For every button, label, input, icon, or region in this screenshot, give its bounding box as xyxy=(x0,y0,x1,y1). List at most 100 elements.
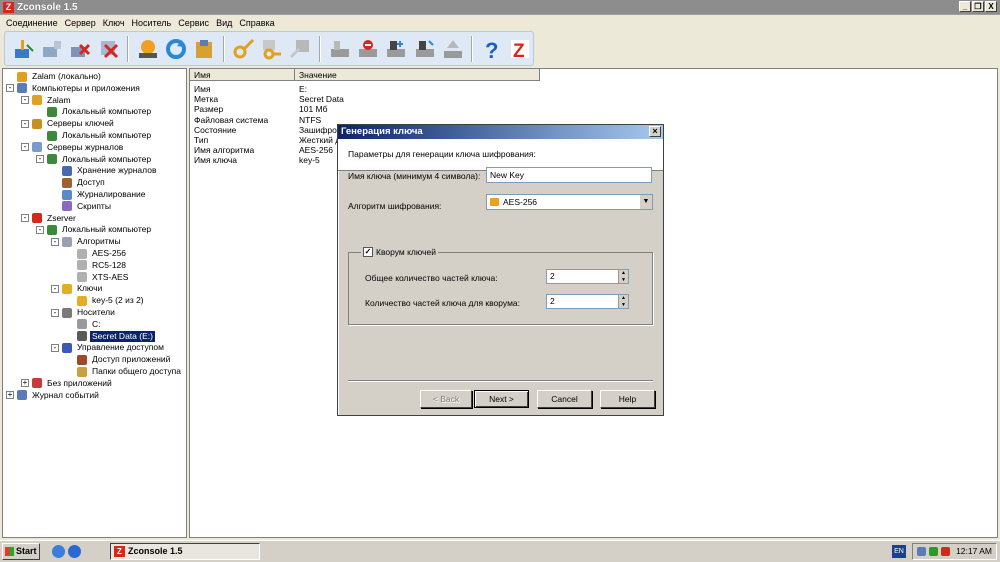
server-icon[interactable] xyxy=(135,36,160,62)
tree-node[interactable]: Локальный компьютер xyxy=(47,224,153,235)
tree-expander[interactable]: + xyxy=(6,391,14,400)
tree-node[interactable]: key-5 (2 из 2) xyxy=(77,295,146,306)
clock: 12:17 AM xyxy=(956,546,992,556)
security-icon[interactable] xyxy=(929,547,938,556)
property-value: Secret Data xyxy=(299,94,344,105)
tree-expander[interactable]: - xyxy=(36,225,44,234)
tree-expander[interactable]: - xyxy=(51,308,59,317)
archive-icon[interactable] xyxy=(192,36,217,62)
language-indicator[interactable]: EN xyxy=(892,545,906,558)
tree-node[interactable]: Доступ приложений xyxy=(77,354,172,365)
disconnect-icon[interactable] xyxy=(39,36,64,62)
tree-node[interactable]: Локальный компьютер xyxy=(47,106,153,117)
help-button[interactable]: Help xyxy=(600,390,655,408)
key-generation-dialog: Генерация ключа × Параметры для генераци… xyxy=(337,124,664,416)
tree-expander[interactable]: - xyxy=(51,343,59,352)
menu-help[interactable]: Справка xyxy=(239,18,274,28)
zserver-icon[interactable]: Z xyxy=(508,36,533,62)
tree-node[interactable]: Носители xyxy=(62,307,117,318)
tree-node[interactable]: Ключи xyxy=(62,283,104,294)
menu-media[interactable]: Носитель xyxy=(132,18,172,28)
menu-connection[interactable]: Соединение xyxy=(6,18,58,28)
tree-expander[interactable]: - xyxy=(51,237,59,246)
quorum-checkbox[interactable]: ✓ xyxy=(363,247,373,257)
algorithm-select[interactable]: AES-256 ▼ xyxy=(486,194,653,210)
tree-expander[interactable]: - xyxy=(51,284,59,293)
media-eject-icon[interactable] xyxy=(440,36,465,62)
media-unmount-icon[interactable] xyxy=(412,36,437,62)
close-button[interactable]: X xyxy=(985,1,997,12)
connect-icon[interactable] xyxy=(11,36,36,62)
quicklaunch-desktop-icon[interactable] xyxy=(52,545,65,558)
tree-node[interactable]: Серверы журналов xyxy=(32,142,125,153)
tree-node[interactable]: Компьютеры и приложения xyxy=(17,83,142,94)
tree-node[interactable]: Папки общего доступа xyxy=(77,366,183,377)
dialog-close-button[interactable]: × xyxy=(649,126,661,137)
navigation-tree[interactable]: Zalam (локально) - Компьютеры и приложения… xyxy=(2,68,187,538)
tree-node[interactable]: Доступ xyxy=(62,177,107,188)
menu-view[interactable]: Вид xyxy=(216,18,232,28)
tree-expander[interactable]: + xyxy=(21,379,29,388)
tree-node[interactable]: Локальный компьютер xyxy=(47,130,153,141)
tree-expander[interactable]: - xyxy=(36,155,44,164)
spinner-arrows-icon[interactable]: ▲ ▼ xyxy=(618,295,628,308)
delete-icon[interactable] xyxy=(68,36,93,62)
window-title: Zconsole 1.5 xyxy=(17,1,78,13)
help-icon[interactable]: ? xyxy=(479,36,504,62)
tree-node[interactable]: Zalam (локально) xyxy=(17,71,103,82)
tree-expander[interactable]: - xyxy=(21,143,29,152)
taskbar-item-zconsole[interactable]: Z Zconsole 1.5 xyxy=(110,543,260,560)
tree-node[interactable]: RC5-128 xyxy=(77,260,128,271)
column-header-value[interactable]: Значение xyxy=(295,69,540,81)
tree-node[interactable]: Серверы ключей xyxy=(32,118,116,129)
tree-node[interactable]: Локальный компьютер xyxy=(47,154,153,165)
key-icon[interactable] xyxy=(231,36,256,62)
tree-expander[interactable]: - xyxy=(21,214,29,223)
tree-node[interactable]: Secret Data (E:) xyxy=(77,330,155,342)
tree-node[interactable]: Без приложений xyxy=(32,378,114,389)
menu-server[interactable]: Сервер xyxy=(65,18,96,28)
tree-node[interactable]: Zalam xyxy=(32,95,73,106)
tree-node[interactable]: Управление доступом xyxy=(62,342,166,353)
restore-button[interactable]: ❐ xyxy=(972,1,984,12)
tree-node[interactable]: Скрипты xyxy=(62,201,113,212)
quorum-parts-spinner[interactable]: 2 ▲ ▼ xyxy=(546,294,629,309)
computers-icon xyxy=(17,83,27,94)
tree-node-label: Локальный компьютер xyxy=(62,106,152,117)
tree-expander[interactable]: - xyxy=(6,84,14,93)
tree-node[interactable]: Zserver xyxy=(32,213,78,224)
secure-drive-icon xyxy=(77,331,87,342)
cancel-button[interactable]: Cancel xyxy=(537,390,592,408)
menu-service[interactable]: Сервис xyxy=(178,18,209,28)
tree-node[interactable]: C: xyxy=(77,319,103,330)
column-header-name[interactable]: Имя xyxy=(190,69,295,81)
minimize-button[interactable]: _ xyxy=(959,1,971,12)
key-name-input[interactable]: New Key xyxy=(486,167,652,183)
media-icon[interactable] xyxy=(327,36,352,62)
media-remove-icon[interactable] xyxy=(355,36,380,62)
drive-icon xyxy=(77,319,87,330)
quicklaunch-browser-icon[interactable] xyxy=(68,545,81,558)
key-add-icon[interactable] xyxy=(259,36,284,62)
remove-icon[interactable] xyxy=(96,36,121,62)
key-export-icon[interactable] xyxy=(288,36,313,62)
tree-node[interactable]: AES-256 xyxy=(77,248,128,259)
tree-expander[interactable]: - xyxy=(21,96,29,105)
network-icon[interactable] xyxy=(917,547,926,556)
total-parts-spinner[interactable]: 2 ▲ ▼ xyxy=(546,269,629,284)
spinner-arrows-icon[interactable]: ▲ ▼ xyxy=(618,270,628,283)
start-button[interactable]: Start xyxy=(2,543,40,560)
tree-expander[interactable]: - xyxy=(21,119,29,128)
tree-node[interactable]: XTS-AES xyxy=(77,272,130,283)
tree-node[interactable]: Хранение журналов xyxy=(62,165,158,176)
zserver-tray-icon[interactable] xyxy=(941,547,950,556)
refresh-icon[interactable] xyxy=(163,36,188,62)
menu-key[interactable]: Ключ xyxy=(103,18,125,28)
tree-node[interactable]: Журналирование xyxy=(62,189,148,200)
back-button[interactable]: < Back xyxy=(420,390,472,408)
tree-node[interactable]: Журнал событий xyxy=(17,390,101,401)
next-button[interactable]: Next > xyxy=(474,390,529,408)
chevron-down-icon[interactable]: ▼ xyxy=(639,195,652,209)
tree-node[interactable]: Алгоритмы xyxy=(62,236,123,247)
media-mount-icon[interactable] xyxy=(384,36,409,62)
